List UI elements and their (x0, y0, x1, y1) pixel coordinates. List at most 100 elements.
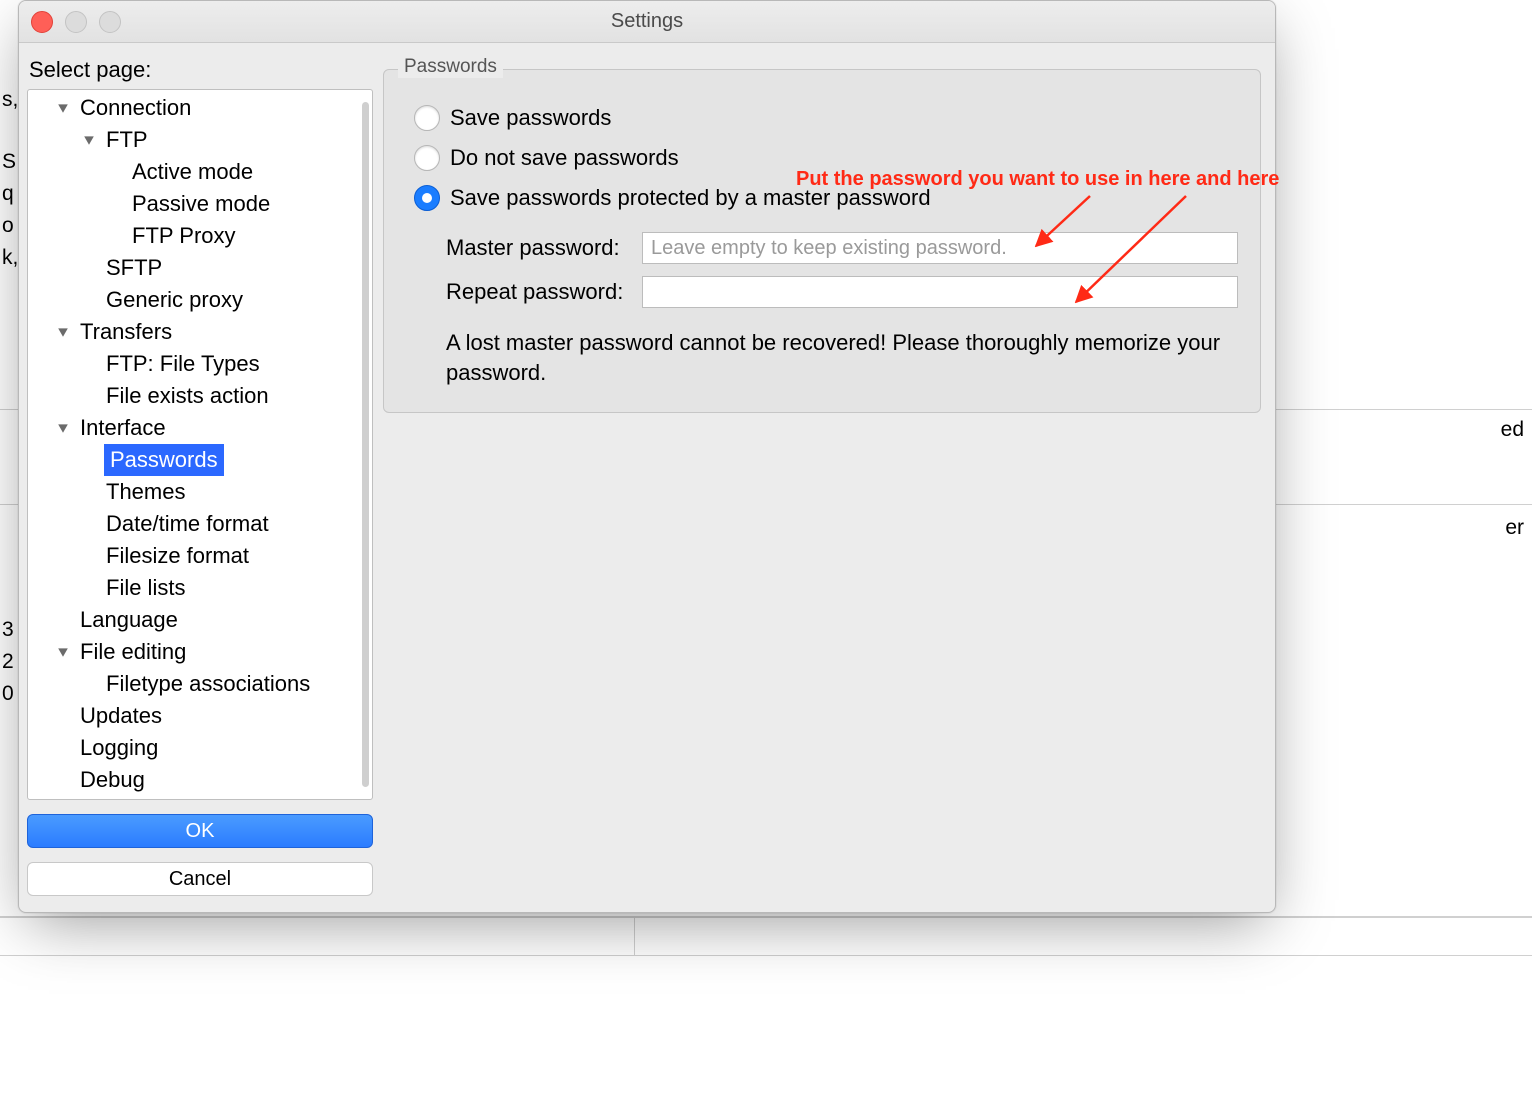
tree-item-label: Interface (78, 412, 168, 444)
ok-button-label: OK (186, 820, 215, 843)
bg-left-frag-4: k, (2, 246, 18, 270)
window-title: Settings (19, 1, 1275, 42)
master-password-label: Master password: (446, 235, 642, 261)
bg-left-num-2: 0 (2, 682, 14, 706)
tree-item-generic-proxy[interactable]: Generic proxy (30, 284, 358, 316)
tree-item-ftp-proxy[interactable]: FTP Proxy (30, 220, 358, 252)
radio-save-passwords-protected-by-a-master-password[interactable]: Save passwords protected by a master pas… (414, 178, 1238, 218)
disclosure-spacer (106, 195, 124, 213)
disclosure-spacer (54, 771, 72, 789)
disclosure-spacer (54, 707, 72, 725)
disclosure-spacer (80, 451, 98, 469)
tree-item-active-mode[interactable]: Active mode (30, 156, 358, 188)
passwords-groupbox: Passwords Save passwordsDo not save pass… (383, 69, 1261, 413)
tree-item-label: Passive mode (130, 188, 272, 220)
tree-item-connection[interactable]: Connection (30, 92, 358, 124)
tree-item-label: Themes (104, 476, 187, 508)
tree-item-file-exists-action[interactable]: File exists action (30, 380, 358, 412)
radio-do-not-save-passwords[interactable]: Do not save passwords (414, 138, 1238, 178)
tree-item-label: FTP (104, 124, 150, 156)
tree-scrollbar[interactable] (362, 102, 369, 787)
disclosure-triangle-icon[interactable] (54, 99, 72, 117)
bg-left-num-0: 3 (2, 618, 14, 642)
disclosure-triangle-icon[interactable] (54, 323, 72, 341)
tree-item-label: Passwords (104, 444, 224, 476)
tree-item-ftp-file-types[interactable]: FTP: File Types (30, 348, 358, 380)
disclosure-spacer (106, 163, 124, 181)
tree-item-debug[interactable]: Debug (30, 764, 358, 796)
tree-item-filetype-associations[interactable]: Filetype associations (30, 668, 358, 700)
tree-item-label: Active mode (130, 156, 255, 188)
tree-item-label: Filetype associations (104, 668, 312, 700)
master-password-input[interactable] (642, 232, 1238, 264)
disclosure-spacer (80, 355, 98, 373)
tree-item-sftp[interactable]: SFTP (30, 252, 358, 284)
radio-label: Save passwords (450, 105, 611, 131)
groupbox-title: Passwords (398, 56, 503, 78)
tree-item-file-editing[interactable]: File editing (30, 636, 358, 668)
disclosure-spacer (106, 227, 124, 245)
bg-left-num-1: 2 (2, 650, 14, 674)
cancel-button-label: Cancel (169, 868, 231, 891)
tree-item-label: SFTP (104, 252, 164, 284)
repeat-password-label: Repeat password: (446, 279, 642, 305)
tree-item-date-time-format[interactable]: Date/time format (30, 508, 358, 540)
tree-item-interface[interactable]: Interface (30, 412, 358, 444)
settings-dialog: Settings Select page: ConnectionFTPActiv… (18, 0, 1276, 913)
tree-item-label: File exists action (104, 380, 271, 412)
radio-save-passwords[interactable]: Save passwords (414, 98, 1238, 138)
bg-left-frag-3: o (2, 214, 14, 238)
tree-item-label: Language (78, 604, 180, 636)
tree-item-label: Generic proxy (104, 284, 245, 316)
bg-left-frag-2: q (2, 182, 14, 206)
disclosure-spacer (80, 547, 98, 565)
titlebar[interactable]: Settings (19, 1, 1275, 43)
settings-tree[interactable]: ConnectionFTPActive modePassive modeFTP … (27, 89, 373, 800)
radio-button-icon[interactable] (414, 145, 440, 171)
master-password-warning: A lost master password cannot be recover… (446, 328, 1238, 388)
tree-item-label: Updates (78, 700, 164, 732)
tree-item-label: FTP: File Types (104, 348, 262, 380)
disclosure-spacer (54, 611, 72, 629)
radio-label: Save passwords protected by a master pas… (450, 185, 931, 211)
disclosure-spacer (80, 515, 98, 533)
tree-item-label: Filesize format (104, 540, 251, 572)
radio-label: Do not save passwords (450, 145, 679, 171)
bg-col-header-fragment: ed (1501, 418, 1524, 442)
tree-item-label: Connection (78, 92, 193, 124)
tree-item-passwords[interactable]: Passwords (30, 444, 358, 476)
tree-item-themes[interactable]: Themes (30, 476, 358, 508)
tree-item-label: Transfers (78, 316, 174, 348)
radio-button-icon[interactable] (414, 105, 440, 131)
tree-item-label: FTP Proxy (130, 220, 238, 252)
disclosure-spacer (80, 579, 98, 597)
tree-item-filesize-format[interactable]: Filesize format (30, 540, 358, 572)
disclosure-spacer (80, 483, 98, 501)
tree-item-transfers[interactable]: Transfers (30, 316, 358, 348)
ok-button[interactable]: OK (27, 814, 373, 848)
disclosure-triangle-icon[interactable] (54, 643, 72, 661)
disclosure-spacer (54, 739, 72, 757)
tree-item-label: Logging (78, 732, 160, 764)
radio-button-icon[interactable] (414, 185, 440, 211)
tree-item-label: Debug (78, 764, 147, 796)
disclosure-spacer (80, 291, 98, 309)
tree-item-label: File editing (78, 636, 188, 668)
bg-left-frag-0: s, (2, 88, 18, 112)
disclosure-triangle-icon[interactable] (80, 131, 98, 149)
repeat-password-input[interactable] (642, 276, 1238, 308)
tree-item-ftp[interactable]: FTP (30, 124, 358, 156)
disclosure-spacer (80, 387, 98, 405)
tree-item-file-lists[interactable]: File lists (30, 572, 358, 604)
tree-item-passive-mode[interactable]: Passive mode (30, 188, 358, 220)
bg-left-frag-1: S (2, 150, 16, 174)
tree-item-updates[interactable]: Updates (30, 700, 358, 732)
disclosure-triangle-icon[interactable] (54, 419, 72, 437)
cancel-button[interactable]: Cancel (27, 862, 373, 896)
disclosure-spacer (80, 675, 98, 693)
bg-row-fragment: er (1505, 516, 1524, 540)
tree-item-language[interactable]: Language (30, 604, 358, 636)
disclosure-spacer (80, 259, 98, 277)
tree-item-label: Date/time format (104, 508, 271, 540)
tree-item-logging[interactable]: Logging (30, 732, 358, 764)
